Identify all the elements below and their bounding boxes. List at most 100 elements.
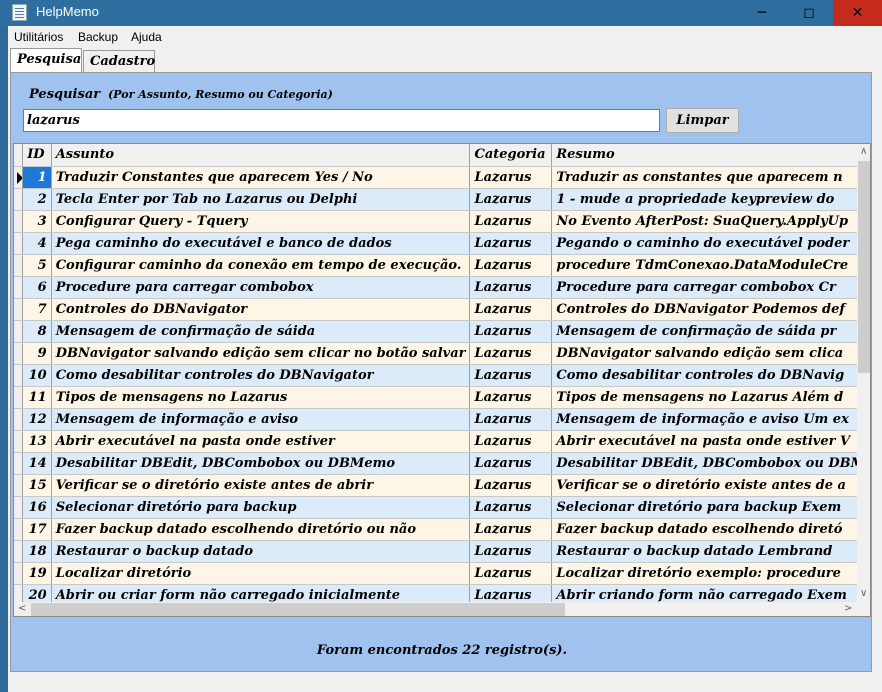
row-indicator[interactable] xyxy=(14,540,24,563)
table-row[interactable]: 10 Como desabilitar controles do DBNaviga… xyxy=(14,364,870,387)
cell-assunto[interactable]: Restaurar o backup datado xyxy=(51,540,471,563)
row-indicator[interactable] xyxy=(14,364,24,387)
cell-resumo[interactable]: DBNavigator salvando edição sem clica xyxy=(551,342,870,365)
cell-assunto[interactable]: Procedure para carregar combobox xyxy=(51,276,471,299)
cell-resumo[interactable]: Fazer backup datado escolhendo diretó xyxy=(551,518,870,541)
header-assunto[interactable]: Assunto xyxy=(51,144,471,167)
table-row[interactable]: 8 Mensagem de confirmação de sáida Lazarus… xyxy=(14,320,870,343)
row-indicator[interactable] xyxy=(14,342,24,365)
cell-id[interactable]: 16 xyxy=(22,496,52,519)
cell-id[interactable]: 11 xyxy=(22,386,52,409)
row-indicator[interactable] xyxy=(14,386,24,409)
cell-assunto[interactable]: Fazer backup datado escolhendo diretório… xyxy=(51,518,471,541)
search-input[interactable]: lazarus xyxy=(23,109,660,132)
cell-assunto[interactable]: Controles do DBNavigator xyxy=(51,298,471,321)
row-indicator[interactable] xyxy=(14,232,24,255)
cell-id[interactable]: 12 xyxy=(22,408,52,431)
cell-categoria[interactable]: Lazarus xyxy=(469,496,553,519)
cell-assunto[interactable]: DBNavigator salvando edição sem clicar n… xyxy=(51,342,471,365)
cell-categoria[interactable]: Lazarus xyxy=(469,408,553,431)
cell-resumo[interactable]: Verificar se o diretório existe antes de… xyxy=(551,474,870,497)
cell-resumo[interactable]: Como desabilitar controles do DBNavig xyxy=(551,364,870,387)
cell-resumo[interactable]: procedure TdmConexao.DataModuleCre xyxy=(551,254,870,277)
row-indicator[interactable] xyxy=(14,518,24,541)
cell-resumo[interactable]: Desabilitar DBEdit, DBCombobox ou DBM xyxy=(551,452,870,475)
cell-id[interactable]: 14 xyxy=(22,452,52,475)
cell-assunto[interactable]: Desabilitar DBEdit, DBCombobox ou DBMemo xyxy=(51,452,471,475)
cell-categoria[interactable]: Lazarus xyxy=(469,276,553,299)
row-indicator[interactable] xyxy=(14,188,24,211)
table-row[interactable]: 15 Verificar se o diretório existe antes … xyxy=(14,474,870,497)
cell-resumo[interactable]: No Evento AfterPost: SuaQuery.ApplyUp xyxy=(551,210,870,233)
row-indicator[interactable] xyxy=(14,452,24,475)
horizontal-scrollbar[interactable]: < > xyxy=(14,602,870,616)
table-row[interactable]: 14 Desabilitar DBEdit, DBCombobox ou DBMe… xyxy=(14,452,870,475)
cell-id[interactable]: 3 xyxy=(22,210,52,233)
row-indicator[interactable] xyxy=(14,298,24,321)
row-indicator[interactable] xyxy=(14,166,24,189)
header-resumo[interactable]: Resumo xyxy=(551,144,870,167)
table-row[interactable]: 6 Procedure para carregar combobox Lazarus… xyxy=(14,276,870,299)
cell-categoria[interactable]: Lazarus xyxy=(469,474,553,497)
cell-categoria[interactable]: Lazarus xyxy=(469,298,553,321)
cell-id[interactable]: 8 xyxy=(22,320,52,343)
cell-id[interactable]: 19 xyxy=(22,562,52,585)
cell-categoria[interactable]: Lazarus xyxy=(469,540,553,563)
cell-resumo[interactable]: Pegando o caminho do executável poder xyxy=(551,232,870,255)
cell-resumo[interactable]: Mensagem de confirmação de sáida pr xyxy=(551,320,870,343)
table-row[interactable]: 2 Tecla Enter por Tab no Lazarus ou Delph… xyxy=(14,188,870,211)
cell-resumo[interactable]: Restaurar o backup datado Lembrand xyxy=(551,540,870,563)
results-grid[interactable]: ID Assunto Categoria Resumo 1 Traduzir Co… xyxy=(13,143,871,617)
scroll-right-icon[interactable]: > xyxy=(844,603,852,614)
cell-id[interactable]: 1 xyxy=(22,166,52,189)
tab-cadastro[interactable]: Cadastro xyxy=(83,50,155,72)
table-row[interactable]: 13 Abrir executável na pasta onde estiver… xyxy=(14,430,870,453)
cell-resumo[interactable]: Selecionar diretório para backup Exem xyxy=(551,496,870,519)
table-row[interactable]: 12 Mensagem de informação e aviso Lazarus M… xyxy=(14,408,870,431)
cell-categoria[interactable]: Lazarus xyxy=(469,320,553,343)
cell-assunto[interactable]: Selecionar diretório para backup xyxy=(51,496,471,519)
table-row[interactable]: 9 DBNavigator salvando edição sem clicar … xyxy=(14,342,870,365)
row-indicator[interactable] xyxy=(14,254,24,277)
cell-resumo[interactable]: Tipos de mensagens no Lazarus Além d xyxy=(551,386,870,409)
cell-id[interactable]: 7 xyxy=(22,298,52,321)
cell-assunto[interactable]: Localizar diretório xyxy=(51,562,471,585)
maximize-button[interactable]: ◻ xyxy=(786,0,832,26)
cell-assunto[interactable]: Mensagem de informação e aviso xyxy=(51,408,471,431)
cell-assunto[interactable]: Como desabilitar controles do DBNavigato… xyxy=(51,364,471,387)
menu-utilitarios[interactable]: Utilitários xyxy=(14,30,63,44)
cell-resumo[interactable]: Abrir executável na pasta onde estiver V xyxy=(551,430,870,453)
cell-id[interactable]: 17 xyxy=(22,518,52,541)
cell-assunto[interactable]: Configurar Query - Tquery xyxy=(51,210,471,233)
cell-assunto[interactable]: Mensagem de confirmação de sáida xyxy=(51,320,471,343)
minimize-button[interactable]: ─ xyxy=(739,0,785,26)
row-indicator[interactable] xyxy=(14,474,24,497)
cell-assunto[interactable]: Pega caminho do executável e banco de da… xyxy=(51,232,471,255)
cell-resumo[interactable]: Localizar diretório exemplo: procedure xyxy=(551,562,870,585)
cell-categoria[interactable]: Lazarus xyxy=(469,166,553,189)
cell-categoria[interactable]: Lazarus xyxy=(469,452,553,475)
cell-assunto[interactable]: Configurar caminho da conexão em tempo d… xyxy=(51,254,471,277)
cell-id[interactable]: 9 xyxy=(22,342,52,365)
cell-id[interactable]: 10 xyxy=(22,364,52,387)
close-button[interactable]: ✕ xyxy=(833,0,882,26)
table-row[interactable]: 3 Configurar Query - Tquery Lazarus No Even… xyxy=(14,210,870,233)
vertical-scrollbar[interactable]: ∧ ∨ xyxy=(857,144,870,602)
table-row[interactable]: 1 Traduzir Constantes que aparecem Yes / … xyxy=(14,166,870,189)
cell-categoria[interactable]: Lazarus xyxy=(469,364,553,387)
cell-id[interactable]: 15 xyxy=(22,474,52,497)
row-indicator[interactable] xyxy=(14,408,24,431)
cell-categoria[interactable]: Lazarus xyxy=(469,254,553,277)
cell-categoria[interactable]: Lazarus xyxy=(469,518,553,541)
row-indicator[interactable] xyxy=(14,562,24,585)
row-indicator[interactable] xyxy=(14,320,24,343)
scroll-up-icon[interactable]: ∧ xyxy=(860,146,867,157)
header-categoria[interactable]: Categoria xyxy=(469,144,553,167)
cell-categoria[interactable]: Lazarus xyxy=(469,342,553,365)
cell-resumo[interactable]: Procedure para carregar combobox Cr xyxy=(551,276,870,299)
scroll-down-icon[interactable]: ∨ xyxy=(860,588,867,599)
row-indicator[interactable] xyxy=(14,496,24,519)
cell-assunto[interactable]: Verificar se o diretório existe antes de… xyxy=(51,474,471,497)
table-row[interactable]: 4 Pega caminho do executável e banco de d… xyxy=(14,232,870,255)
vertical-scroll-thumb[interactable] xyxy=(858,161,870,373)
